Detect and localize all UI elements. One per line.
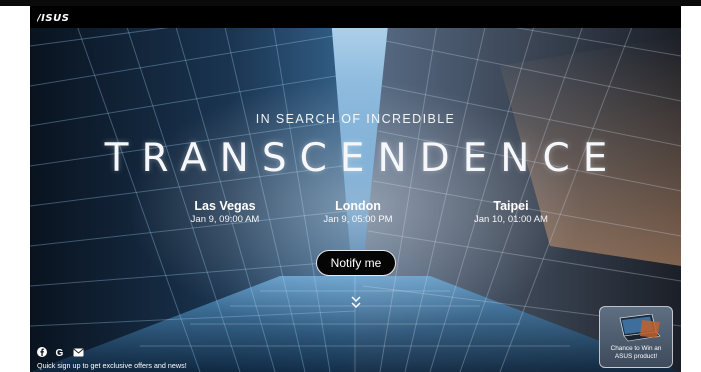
facebook-icon[interactable] xyxy=(37,347,47,357)
promo-line-1: Chance to Win an xyxy=(610,345,662,352)
city-name: Taipei xyxy=(493,199,529,213)
chevron-double-down-icon[interactable] xyxy=(348,293,364,313)
city-taipei: Taipei Jan 10, 01:00 AM xyxy=(446,199,576,226)
promo-card[interactable]: Chance to Win an ASUS product! xyxy=(599,306,673,368)
social-links: G xyxy=(37,347,84,357)
city-time: Jan 9, 05:00 PM xyxy=(323,214,393,225)
notify-me-button[interactable]: Notify me xyxy=(316,250,396,276)
promo-text: Chance to Win an ASUS product! xyxy=(600,345,672,361)
city-time: Jan 9, 09:00 AM xyxy=(190,214,260,225)
laptop-icon xyxy=(619,314,661,342)
city-name: Las Vegas xyxy=(194,199,256,213)
tagline: IN SEARCH OF INCREDIBLE xyxy=(255,112,456,126)
hero-content: IN SEARCH OF INCREDIBLE TRANSCENDENCE La… xyxy=(30,6,681,372)
email-icon[interactable] xyxy=(73,348,84,357)
city-london: London Jan 9, 05:00 PM xyxy=(293,199,423,226)
city-time: Jan 10, 01:00 AM xyxy=(474,214,548,225)
city-name: London xyxy=(335,199,381,213)
google-icon[interactable]: G xyxy=(55,347,65,357)
headline: TRANSCENDENCE xyxy=(104,136,621,181)
promo-line-2: ASUS product! xyxy=(614,353,658,360)
signup-text[interactable]: Quick sign up to get exclusive offers an… xyxy=(37,361,187,370)
asus-landing-page: /ISUS IN SEARCH OF INCREDIBLE TRANSCENDE… xyxy=(30,6,681,372)
svg-text:G: G xyxy=(56,348,64,357)
city-las-vegas: Las Vegas Jan 9, 09:00 AM xyxy=(160,199,290,226)
